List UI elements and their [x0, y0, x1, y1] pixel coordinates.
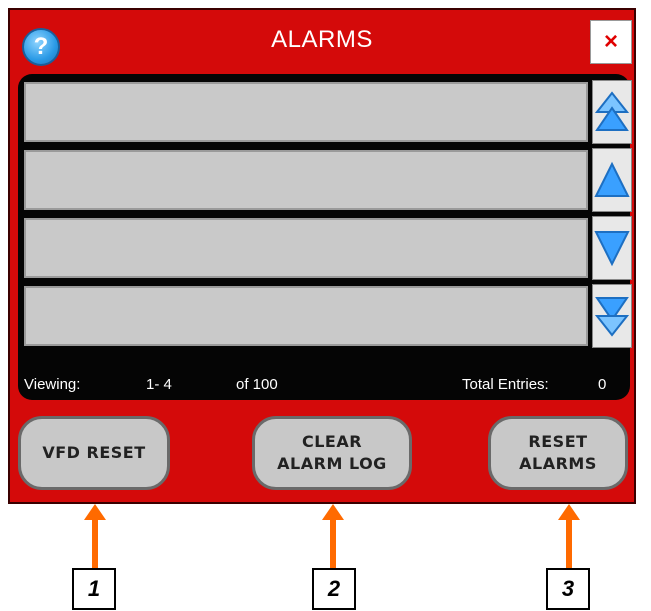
- close-button[interactable]: ×: [590, 20, 632, 64]
- callout-label-1: 1: [72, 568, 116, 610]
- vfd-reset-button[interactable]: VFD RESET: [18, 416, 170, 490]
- scroll-down-button[interactable]: [592, 216, 632, 280]
- callout-label-2: 2: [312, 568, 356, 610]
- total-entries-label: Total Entries:: [462, 376, 549, 393]
- page-up-button[interactable]: [592, 80, 632, 144]
- viewing-of-total: of 100: [236, 376, 278, 393]
- down-arrow-icon: [594, 231, 630, 267]
- scroll-up-button[interactable]: [592, 148, 632, 212]
- viewing-label: Viewing:: [24, 376, 81, 393]
- reset-alarms-label: RESET ALARMS: [519, 432, 597, 473]
- double-up-arrow-icon: [595, 91, 629, 131]
- viewing-range: 1- 4: [146, 376, 172, 393]
- total-entries-value: 0: [598, 376, 607, 393]
- clear-alarm-log-button[interactable]: CLEAR ALARM LOG: [252, 416, 412, 490]
- alarms-panel: ? ALARMS × Viewing: 1- 4 of 100 Total En…: [8, 8, 636, 504]
- alarm-row[interactable]: [24, 82, 588, 142]
- callout-label-3: 3: [546, 568, 590, 610]
- reset-alarms-button[interactable]: RESET ALARMS: [488, 416, 628, 490]
- page-down-button[interactable]: [592, 284, 632, 348]
- up-arrow-icon: [594, 161, 630, 197]
- window-title: ALARMS: [271, 26, 373, 53]
- alarm-row[interactable]: [24, 218, 588, 278]
- double-down-arrow-icon: [595, 297, 629, 337]
- close-icon: ×: [603, 28, 618, 55]
- clear-alarm-log-label: CLEAR ALARM LOG: [277, 432, 387, 473]
- vfd-reset-label: VFD RESET: [42, 443, 146, 462]
- alarm-row[interactable]: [24, 286, 588, 346]
- alarm-list: Viewing: 1- 4 of 100 Total Entries: 0: [18, 74, 632, 400]
- alarm-row[interactable]: [24, 150, 588, 210]
